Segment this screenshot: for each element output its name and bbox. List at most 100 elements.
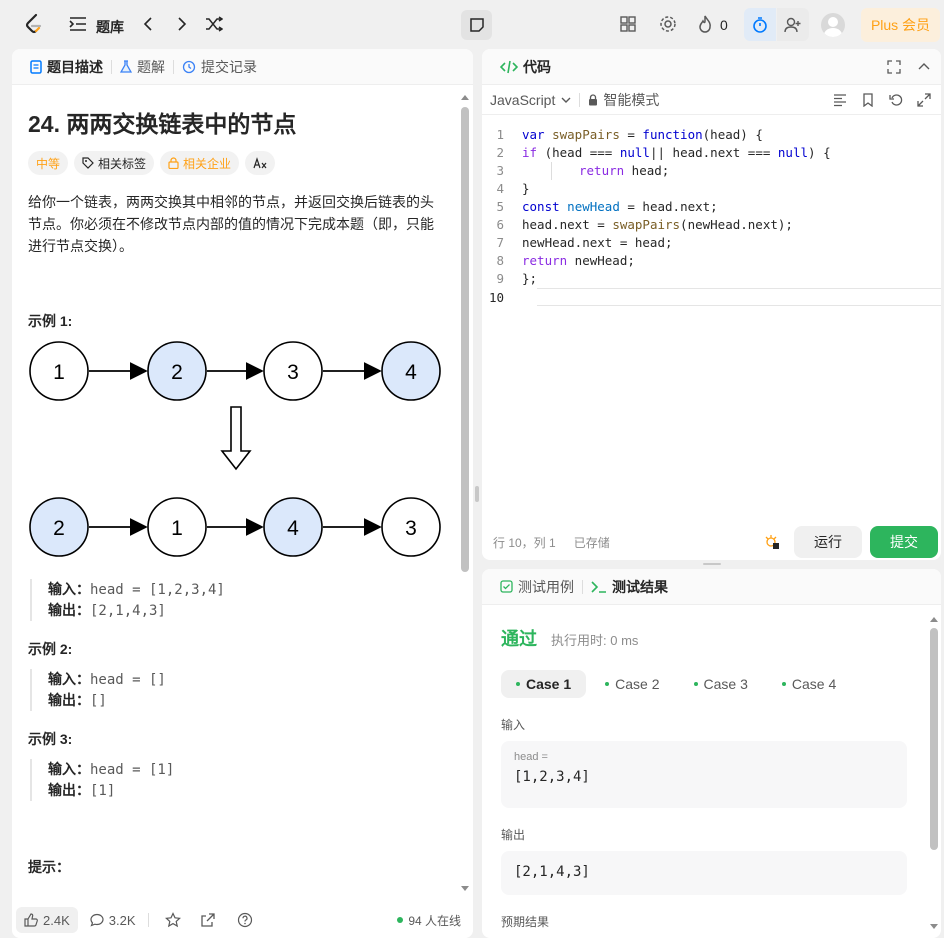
list-node-label: 1	[171, 517, 183, 540]
code-tabbar-actions	[887, 59, 931, 74]
expected-label: 预期结果	[501, 915, 550, 929]
scrollbar-thumb[interactable]	[930, 628, 938, 850]
comment-icon	[90, 913, 104, 927]
shuffle-icon[interactable]	[205, 16, 223, 32]
help-icon[interactable]	[237, 912, 253, 928]
like-button[interactable]: 2.4K	[16, 907, 78, 933]
case-tab-2[interactable]: Case 2	[590, 670, 674, 698]
avatar[interactable]	[821, 13, 845, 37]
debug-icon[interactable]	[764, 534, 780, 550]
scroll-up-icon[interactable]	[929, 615, 939, 623]
list-node-label: 2	[53, 517, 65, 540]
tab-code[interactable]: 代码	[494, 57, 557, 77]
smart-mode-toggle[interactable]: 智能模式	[588, 90, 659, 110]
panel-resize-handle-horizontal[interactable]	[703, 563, 721, 565]
settings-gear-icon[interactable]	[659, 15, 677, 33]
case-tab-3-label: Case 3	[703, 676, 748, 692]
scroll-down-icon[interactable]	[460, 885, 470, 893]
case-tab-3[interactable]: Case 3	[679, 670, 763, 698]
smart-mode-label: 智能模式	[603, 91, 660, 108]
add-user-icon	[784, 17, 801, 32]
run-button[interactable]: 运行	[794, 526, 862, 558]
result-status: 通过	[501, 629, 537, 649]
reset-icon[interactable]	[889, 93, 903, 107]
code-line: 3 return head;	[496, 162, 670, 180]
example-1-block: 输入：head = [1,2,3,4] 输出：[2,1,4,3]	[30, 579, 448, 621]
top-bar: 题库 0 Plus 会员	[0, 0, 944, 49]
share-icon[interactable]	[200, 912, 216, 928]
tab-test-result-label: 测试结果	[612, 578, 668, 595]
note-icon	[469, 18, 484, 32]
save-status: 已存储	[573, 535, 610, 550]
code-tabbar: 代码	[482, 49, 941, 85]
editor-toolbar: JavaScript 智能模式	[482, 85, 941, 115]
tab-submissions[interactable]: 提交记录	[176, 57, 263, 77]
description-panel: 题目描述 题解 提交记录 24. 两两交换链表中的节点 中等 相关标签 相关企业	[12, 49, 473, 938]
list-node-label: 3	[287, 361, 299, 384]
bookmark-icon[interactable]	[861, 92, 875, 107]
chevron-right-icon[interactable]	[177, 16, 187, 32]
code-line: 4 }	[496, 181, 530, 196]
layout-icon[interactable]	[620, 16, 636, 32]
cursor-position: 行 10，列 1	[493, 535, 556, 550]
problem-title: 24. 两两交换链表中的节点	[28, 111, 297, 137]
submit-button[interactable]: 提交	[870, 526, 938, 558]
example-1-output-label: 输出：	[48, 602, 90, 618]
fullscreen-icon[interactable]	[887, 59, 901, 74]
editor-actions	[833, 92, 941, 107]
plus-membership-button[interactable]: Plus 会员	[861, 8, 940, 42]
tab-description-label: 题目描述	[47, 58, 103, 75]
pass-dot	[605, 682, 610, 686]
tab-test-result[interactable]: 测试结果	[585, 577, 674, 597]
case-tab-1[interactable]: Case 1	[501, 670, 587, 698]
scrollbar-thumb[interactable]	[461, 107, 469, 572]
related-tags-label: 相关标签	[98, 156, 147, 171]
translate-button[interactable]	[245, 151, 276, 175]
code-line: 1 var swapPairs = function(head) {	[496, 127, 763, 142]
example-3-output: [1]	[90, 783, 116, 799]
timer-button[interactable]	[744, 8, 776, 41]
format-icon[interactable]	[833, 93, 847, 107]
collapse-chevron-up-icon[interactable]	[917, 60, 931, 74]
case-tab-4[interactable]: Case 4	[767, 670, 851, 698]
scroll-down-icon[interactable]	[929, 923, 939, 931]
output-value: [2,1,4,3]	[514, 864, 590, 880]
editor-statusbar: 行 10，列 1 已存储 运行 提交	[482, 524, 941, 560]
leetcode-logo-icon[interactable]	[24, 13, 44, 35]
expand-icon[interactable]	[917, 92, 931, 107]
code-line: 9};	[496, 271, 538, 286]
chevron-down-icon	[561, 97, 571, 103]
result-header: 通过 执行用时: 0 ms	[501, 625, 907, 651]
problem-list-icon[interactable]	[69, 16, 87, 32]
related-tags-button[interactable]: 相关标签	[74, 151, 155, 175]
case-tab-2-label: Case 2	[615, 676, 660, 692]
code-icon	[500, 60, 518, 73]
case-tab-1-label: Case 1	[526, 676, 572, 692]
language-select[interactable]: JavaScript	[490, 92, 571, 108]
output-label: 输出	[501, 828, 526, 842]
flask-icon	[120, 59, 132, 73]
tab-solutions[interactable]: 题解	[114, 57, 171, 77]
online-indicator: 94 人在线	[397, 912, 461, 929]
input-box: head = [1,2,3,4]	[501, 741, 907, 808]
note-button[interactable]	[461, 10, 492, 40]
code-line-current: 10	[489, 288, 941, 306]
tab-description[interactable]: 题目描述	[24, 57, 109, 77]
online-dot	[397, 917, 404, 923]
chevron-left-icon[interactable]	[143, 16, 153, 32]
tag-icon	[82, 157, 94, 169]
fire-icon[interactable]	[698, 15, 712, 33]
tab-testcase[interactable]: 测试用例	[494, 577, 580, 597]
related-companies-button[interactable]: 相关企业	[160, 151, 240, 175]
star-icon[interactable]	[164, 912, 181, 928]
scroll-up-icon[interactable]	[460, 93, 470, 101]
code-editor[interactable]: 1 var swapPairs = function(head) { 2 if (…	[482, 125, 941, 306]
invite-button[interactable]	[777, 8, 809, 41]
result-scrollbar[interactable]	[929, 615, 939, 935]
example-2-input: head = []	[90, 672, 166, 688]
comments-button[interactable]: 3.2K	[90, 913, 136, 928]
problem-list-label[interactable]: 题库	[96, 17, 124, 37]
panel-resize-handle-vertical[interactable]	[475, 486, 479, 502]
description-content: 24. 两两交换链表中的节点 中等 相关标签 相关企业 给你一个链表，两两交换其…	[28, 85, 448, 877]
description-scrollbar[interactable]	[460, 93, 470, 893]
